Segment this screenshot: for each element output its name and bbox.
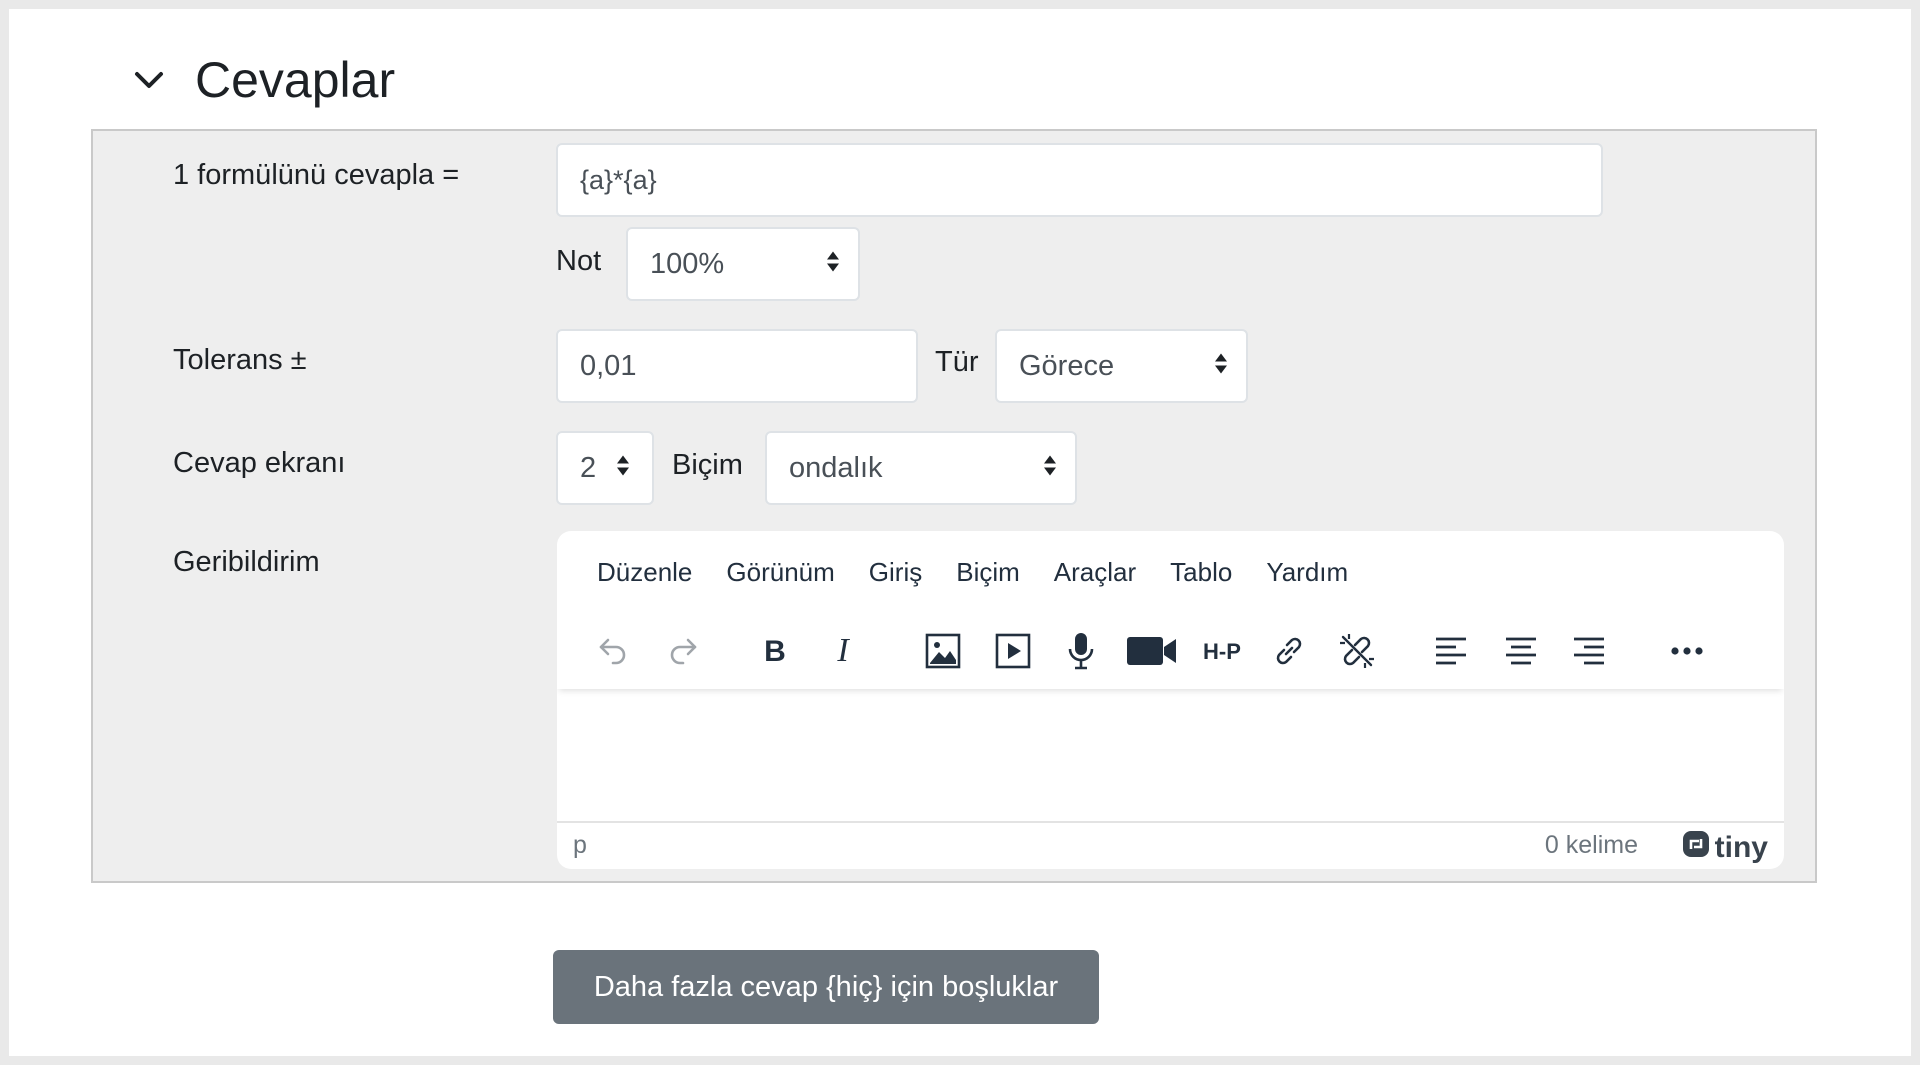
media-icon[interactable] xyxy=(989,627,1037,675)
align-right-icon[interactable] xyxy=(1565,627,1613,675)
format-value: ondalık xyxy=(789,451,883,484)
tiny-brand-text: tiny xyxy=(1714,830,1768,864)
undo-icon[interactable] xyxy=(589,627,637,675)
bold-icon[interactable]: B xyxy=(751,627,799,675)
tolerance-value: 0,01 xyxy=(580,349,637,382)
unlink-icon[interactable] xyxy=(1333,627,1381,675)
display-label: Cevap ekranı xyxy=(173,447,346,479)
formula-value: {a}*{a} xyxy=(580,164,657,195)
page: Cevaplar 1 formülünü cevapla = {a}*{a} N… xyxy=(9,9,1911,1056)
svg-text:B: B xyxy=(764,635,786,668)
add-more-answers-button[interactable]: Daha fazla cevap {hiç} için boşluklar xyxy=(553,950,1099,1024)
type-select[interactable]: Görece xyxy=(995,329,1248,403)
menu-view[interactable]: Görünüm xyxy=(726,557,834,588)
select-arrow-icon xyxy=(1043,452,1057,485)
formula-label: 1 formülünü cevapla = xyxy=(173,159,460,191)
select-arrow-icon xyxy=(1214,350,1228,383)
tolerance-input[interactable]: 0,01 xyxy=(556,329,918,403)
grade-select[interactable]: 100% xyxy=(626,227,860,301)
align-left-icon[interactable] xyxy=(1427,627,1475,675)
format-label: Biçim xyxy=(672,449,743,481)
menu-insert[interactable]: Giriş xyxy=(869,557,922,588)
more-icon[interactable] xyxy=(1663,627,1711,675)
grade-label: Not xyxy=(556,245,602,277)
redo-icon[interactable] xyxy=(659,627,707,675)
digits-value: 2 xyxy=(580,451,597,484)
select-arrow-icon xyxy=(826,248,840,281)
editor-statusbar: p 0 kelime tiny xyxy=(557,821,1784,869)
editor-content-area[interactable] xyxy=(557,689,1784,821)
format-select[interactable]: ondalık xyxy=(765,431,1077,505)
microphone-icon[interactable] xyxy=(1057,627,1105,675)
type-label: Tür xyxy=(935,346,979,378)
chevron-down-icon[interactable] xyxy=(131,62,167,98)
h5p-icon[interactable]: H-P xyxy=(1195,627,1249,675)
tolerance-label: Tolerans ± xyxy=(173,344,307,376)
svg-text:I: I xyxy=(836,634,850,668)
feedback-label: Geribildirim xyxy=(173,546,320,578)
italic-icon[interactable]: I xyxy=(819,627,867,675)
formula-input[interactable]: {a}*{a} xyxy=(556,143,1603,217)
video-camera-icon[interactable] xyxy=(1125,627,1179,675)
section-header[interactable]: Cevaplar xyxy=(131,45,395,115)
element-path[interactable]: p xyxy=(573,831,587,860)
grade-value: 100% xyxy=(650,247,725,280)
link-icon[interactable] xyxy=(1265,627,1313,675)
section-title: Cevaplar xyxy=(195,52,396,108)
editor-toolbar: B I H-P xyxy=(557,613,1784,689)
select-arrow-icon xyxy=(616,452,630,485)
word-count[interactable]: 0 kelime xyxy=(1545,831,1638,860)
menu-tools[interactable]: Araçlar xyxy=(1054,557,1136,588)
tiny-logo[interactable]: tiny xyxy=(1681,829,1768,866)
svg-text:H-P: H-P xyxy=(1203,639,1241,664)
menu-format[interactable]: Biçim xyxy=(956,557,1020,588)
image-icon[interactable] xyxy=(919,627,967,675)
digits-select[interactable]: 2 xyxy=(556,431,654,505)
type-value: Görece xyxy=(1019,349,1115,382)
feedback-editor[interactable]: Düzenle Görünüm Giriş Biçim Araçlar Tabl… xyxy=(557,531,1784,869)
menu-help[interactable]: Yardım xyxy=(1266,557,1348,588)
menu-edit[interactable]: Düzenle xyxy=(597,557,692,588)
tiny-logo-icon xyxy=(1681,829,1711,866)
menu-table[interactable]: Tablo xyxy=(1170,557,1232,588)
align-center-icon[interactable] xyxy=(1497,627,1545,675)
editor-menubar: Düzenle Görünüm Giriş Biçim Araçlar Tabl… xyxy=(597,557,1348,588)
